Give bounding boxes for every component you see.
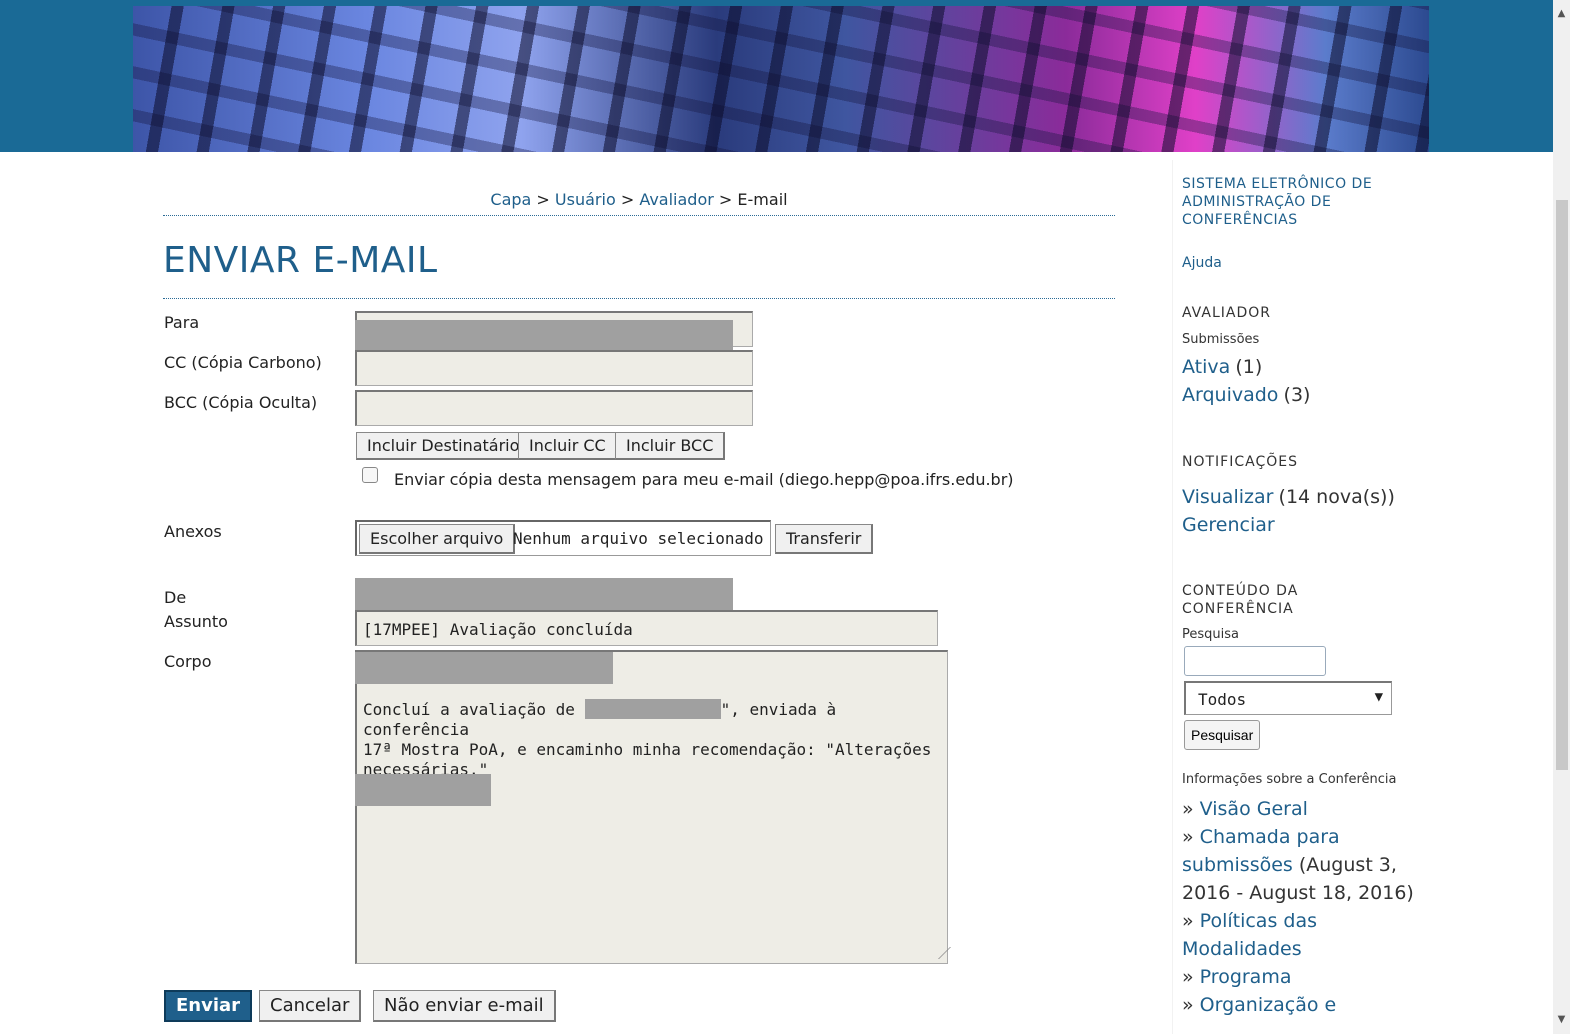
redacted-title bbox=[584, 699, 721, 719]
scroll-thumb[interactable] bbox=[1556, 200, 1568, 770]
breadcrumb-capa[interactable]: Capa bbox=[490, 190, 531, 209]
search-button[interactable]: Pesquisar bbox=[1184, 720, 1261, 750]
subject-label: Assunto bbox=[164, 612, 228, 631]
search-input[interactable] bbox=[1184, 646, 1326, 676]
cc-label: CC (Cópia Carbono) bbox=[164, 353, 322, 372]
active-link[interactable]: Ativa bbox=[1182, 356, 1230, 378]
file-status: Nenhum arquivo selecionado bbox=[513, 529, 764, 548]
program-link[interactable]: Programa bbox=[1200, 966, 1292, 988]
cancel-button[interactable]: Cancelar bbox=[259, 990, 362, 1022]
add-bcc-button[interactable]: Incluir BCC bbox=[615, 432, 726, 460]
breadcrumb-separator: > bbox=[536, 190, 550, 209]
policies-link[interactable]: Políticas das Modalidades bbox=[1182, 910, 1317, 960]
vertical-scrollbar[interactable]: ▲ ▼ bbox=[1553, 0, 1570, 1034]
redacted-sender bbox=[355, 578, 733, 610]
body-text-part1: Concluí a avaliação de bbox=[363, 700, 585, 719]
view-notifications-link[interactable]: Visualizar bbox=[1182, 486, 1273, 508]
breadcrumb-divider bbox=[163, 215, 1115, 216]
new-notifications-count: (14 nova(s)) bbox=[1278, 486, 1395, 508]
add-cc-button[interactable]: Incluir CC bbox=[518, 432, 618, 460]
reviewer-heading: AVALIADOR bbox=[1182, 305, 1271, 321]
bcc-label: BCC (Cópia Oculta) bbox=[164, 393, 318, 412]
archived-row: Arquivado (3) bbox=[1182, 381, 1310, 409]
body-text: Concluí a avaliação de ", enviada à conf… bbox=[363, 699, 943, 780]
redacted-recipient bbox=[355, 320, 733, 352]
redacted-signature bbox=[355, 774, 491, 806]
title-divider bbox=[163, 298, 1115, 299]
body-label: Corpo bbox=[164, 652, 212, 671]
breadcrumb-current: E-mail bbox=[737, 190, 788, 209]
attachments-label: Anexos bbox=[164, 522, 222, 541]
search-scope-value: Todos bbox=[1198, 690, 1247, 709]
active-row: Ativa (1) bbox=[1182, 353, 1262, 381]
breadcrumb-separator: > bbox=[718, 190, 733, 209]
list-item: » Organização e bbox=[1182, 994, 1337, 1016]
list-item: » Programa bbox=[1182, 966, 1292, 988]
manage-notifications-link[interactable]: Gerenciar bbox=[1182, 511, 1275, 539]
organization-link[interactable]: Organização e bbox=[1200, 994, 1337, 1016]
from-label: De bbox=[164, 588, 187, 607]
scroll-up-icon[interactable]: ▲ bbox=[1553, 8, 1570, 22]
send-copy-label: Enviar cópia desta mensagem para meu e-m… bbox=[394, 470, 1014, 489]
list-item: » Visão Geral bbox=[1182, 798, 1308, 820]
send-button[interactable]: Enviar bbox=[164, 990, 253, 1022]
breadcrumb-separator: > bbox=[620, 190, 635, 209]
body-textarea[interactable] bbox=[355, 650, 948, 964]
send-copy-checkbox[interactable] bbox=[362, 467, 378, 483]
submissions-label: Submissões bbox=[1182, 332, 1260, 347]
breadcrumb-usuario[interactable]: Usuário bbox=[555, 190, 616, 209]
page-title: ENVIAR E-MAIL bbox=[163, 240, 438, 281]
redacted-greeting bbox=[355, 652, 613, 684]
conference-content-heading: CONTEÚDO DA CONFERÊNCIA bbox=[1182, 583, 1299, 617]
conference-info-heading: Informações sobre a Conferência bbox=[1182, 772, 1397, 787]
archived-count: (3) bbox=[1283, 384, 1311, 406]
subject-value: [17MPEE] Avaliação concluída bbox=[363, 620, 633, 639]
system-title-link[interactable]: SISTEMA ELETRÔNICO DE ADMINISTRAÇÃO DE C… bbox=[1182, 175, 1402, 229]
breadcrumb-avaliador[interactable]: Avaliador bbox=[639, 190, 714, 209]
header-banner-image bbox=[133, 6, 1429, 152]
chevron-down-icon: ▼ bbox=[1374, 689, 1383, 705]
breadcrumb: Capa > Usuário > Avaliador > E-mail bbox=[163, 190, 1115, 209]
skip-email-button[interactable]: Não enviar e-mail bbox=[373, 990, 556, 1022]
scroll-down-icon[interactable]: ▼ bbox=[1553, 1014, 1570, 1028]
view-row: Visualizar (14 nova(s)) bbox=[1182, 483, 1395, 511]
bcc-field[interactable] bbox=[355, 390, 753, 426]
to-label: Para bbox=[164, 313, 200, 332]
search-scope-select[interactable]: Todos ▼ bbox=[1184, 681, 1392, 715]
notifications-heading: NOTIFICAÇÕES bbox=[1182, 454, 1298, 470]
archived-link[interactable]: Arquivado bbox=[1182, 384, 1278, 406]
cc-field[interactable] bbox=[355, 350, 753, 386]
list-item: » Políticas das Modalidades bbox=[1182, 910, 1317, 960]
conference-info-list: » Visão Geral » Chamada para submissões … bbox=[1182, 795, 1422, 1019]
active-count: (1) bbox=[1235, 356, 1263, 378]
search-label: Pesquisa bbox=[1182, 627, 1239, 642]
help-link[interactable]: Ajuda bbox=[1182, 255, 1222, 271]
overview-link[interactable]: Visão Geral bbox=[1200, 798, 1308, 820]
upload-button[interactable]: Transferir bbox=[775, 524, 874, 554]
add-recipient-button[interactable]: Incluir Destinatário bbox=[356, 432, 532, 460]
choose-file-button[interactable]: Escolher arquivo bbox=[359, 524, 516, 554]
list-item: » Chamada para submissões (August 3, 201… bbox=[1182, 826, 1414, 904]
